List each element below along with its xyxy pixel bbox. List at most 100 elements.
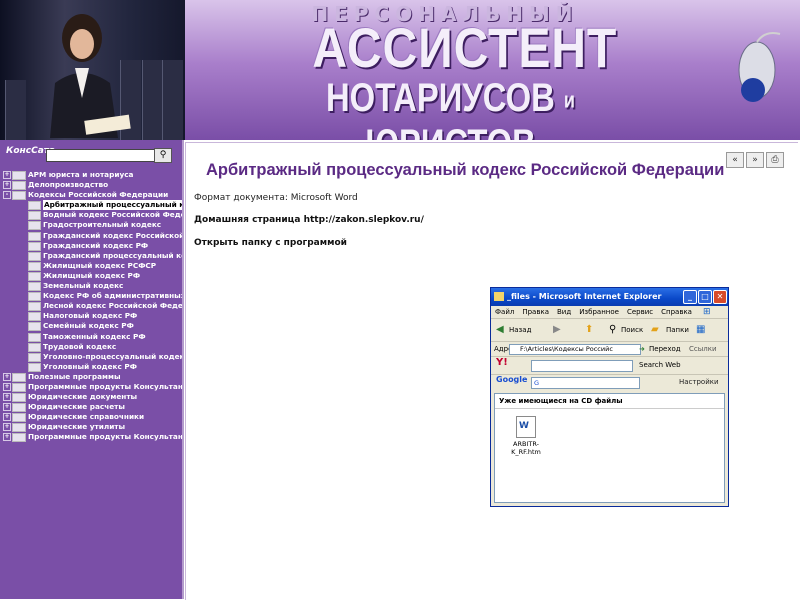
tree-item[interactable]: Гражданский кодекс РФ bbox=[0, 241, 182, 251]
expand-icon[interactable]: + bbox=[3, 372, 11, 381]
tree-item[interactable]: Лесной кодекс Российской Федерации bbox=[0, 301, 182, 312]
views-icon: ▦ bbox=[696, 324, 706, 335]
links-label: Ссылки bbox=[689, 345, 717, 353]
google-toolbar: Google G Настройки bbox=[491, 375, 728, 390]
open-folder-link[interactable]: Открыть папку с программой bbox=[194, 238, 347, 248]
tree-item-label: Юридические утилиты bbox=[28, 422, 126, 432]
expand-icon[interactable]: + bbox=[3, 413, 11, 422]
tree-item-label: Налоговый кодекс РФ bbox=[43, 311, 138, 321]
tree-item[interactable]: + Программные продукты Консультант bbox=[0, 432, 182, 443]
document-icon bbox=[28, 282, 41, 292]
tree-item[interactable]: Градостроительный кодекс bbox=[0, 220, 182, 231]
windows-logo-icon: ⊞ bbox=[703, 307, 711, 317]
file-item: ARBITR-K_RF.htm bbox=[501, 416, 551, 456]
tree-item[interactable]: Уголовно-процессуальный кодекс bbox=[0, 352, 182, 362]
tree-item[interactable]: + Юридические справочники bbox=[0, 412, 182, 423]
expand-icon[interactable]: + bbox=[3, 433, 11, 442]
folder-icon bbox=[12, 433, 26, 443]
search-input[interactable] bbox=[46, 149, 155, 162]
magnifier-icon: ⚲ bbox=[159, 150, 167, 160]
tree-item-label: Уголовный кодекс РФ bbox=[43, 361, 137, 371]
explorer-screenshot: _files - Microsoft Internet Explorer _ □… bbox=[490, 287, 729, 507]
tree-item-label: Таможенный кодекс РФ bbox=[43, 331, 146, 341]
lawyer-photo bbox=[50, 14, 131, 138]
tree-item-label: Земельный кодекс bbox=[43, 281, 124, 291]
tree-item-label: Юридические справочники bbox=[28, 412, 145, 422]
folder-icon bbox=[12, 171, 26, 180]
print-button[interactable]: ⎙ bbox=[766, 152, 784, 168]
google-search-field: G bbox=[531, 377, 640, 389]
tree-item[interactable]: Кодекс РФ об административных bbox=[0, 291, 182, 302]
document-format: Формат документа: Microsoft Word bbox=[194, 193, 358, 203]
tree-item[interactable]: Жилищный кодекс РФ bbox=[0, 271, 182, 281]
expand-icon[interactable]: + bbox=[3, 393, 11, 402]
tree-item[interactable]: + Юридические утилиты bbox=[0, 422, 182, 433]
explorer-toolbar: ◀ Назад ▶ ⬆ ⚲ Поиск ▰ Папки ▦ bbox=[491, 319, 728, 342]
tree-item[interactable]: Семейный кодекс РФ bbox=[0, 321, 182, 332]
document-icon bbox=[28, 201, 41, 211]
tree-item[interactable]: Водный кодекс Российской Федерации bbox=[0, 210, 182, 221]
home-page-line: Домашняя страница http://zakon.slepkov.r… bbox=[194, 215, 424, 225]
tree-item-label: Полезные программы bbox=[28, 371, 121, 381]
document-icon bbox=[28, 251, 41, 261]
explorer-addressbar: Адрес: F:\Articles\Кодексы Российс ➜ Пер… bbox=[491, 342, 728, 357]
expand-icon[interactable]: + bbox=[3, 403, 11, 412]
document-icon bbox=[28, 322, 41, 332]
back-button[interactable]: « bbox=[726, 152, 744, 168]
document-icon bbox=[28, 332, 41, 342]
toolbar-back: Назад bbox=[509, 326, 532, 334]
tree-item[interactable]: + Юридические документы bbox=[0, 392, 182, 403]
forward-button[interactable]: » bbox=[746, 152, 764, 168]
tree-item-selected[interactable]: Арбитражный процессуальный кодекс bbox=[0, 200, 182, 211]
forward-arrow-icon: ▶ bbox=[553, 324, 561, 335]
tree-item[interactable]: + Полезные программы bbox=[0, 372, 182, 382]
explorer-file-view: Уже имеющиеся на CD файлы ARBITR-K_RF.ht… bbox=[494, 393, 725, 503]
header-banner: ПЕРСОНАЛЬНЫЙ АССИСТЕНТ НОТАРИУСОВ и ЮРИС… bbox=[0, 0, 800, 140]
folder-icon bbox=[494, 292, 504, 301]
document-tree: + АРМ юриста и нотариуса + Делопроизводств… bbox=[0, 170, 182, 443]
folder-icon bbox=[12, 413, 26, 423]
tree-item-label: Кодексы Российской Федерации bbox=[28, 190, 169, 200]
yahoo-toolbar: Y! Search Web bbox=[491, 357, 728, 375]
tree-item[interactable]: Налоговый кодекс РФ bbox=[0, 311, 182, 322]
menu-tools: Сервис bbox=[626, 308, 654, 316]
expand-icon[interactable]: + bbox=[3, 382, 11, 391]
tree-item-label: Программные продукты Консультант bbox=[28, 432, 182, 442]
tree-item[interactable]: Земельный кодекс bbox=[0, 281, 182, 292]
file-name: ARBITR-K_RF.htm bbox=[511, 440, 541, 456]
tree-item[interactable]: + Юридические расчеты bbox=[0, 402, 182, 413]
tree-item[interactable]: + Программные продукты Консультант bbox=[0, 382, 182, 392]
document-title: Арбитражный процессуальный кодекс Россий… bbox=[206, 161, 725, 179]
tree-item[interactable]: Трудовой кодекс bbox=[0, 342, 182, 352]
tree-item-label: Арбитражный процессуальный кодекс bbox=[43, 200, 182, 211]
folder-icon bbox=[12, 423, 26, 433]
tree-item-label: Трудовой кодекс bbox=[43, 341, 117, 351]
tree-item[interactable]: + Делопроизводство bbox=[0, 180, 182, 191]
tree-item[interactable]: Гражданский процессуальный кодекс bbox=[0, 251, 182, 261]
tree-item[interactable]: Гражданский кодекс Российской Федерации bbox=[0, 231, 182, 241]
tree-item[interactable]: + АРМ юриста и нотариуса bbox=[0, 170, 182, 180]
home-link[interactable]: http://zakon.slepkov.ru/ bbox=[304, 215, 424, 225]
tree-item[interactable]: Уголовный кодекс РФ bbox=[0, 362, 182, 372]
tree-item-label: Кодекс РФ об административных bbox=[43, 291, 182, 301]
search-bar: КонсСата ⚲ bbox=[6, 146, 176, 164]
expand-icon[interactable]: + bbox=[3, 181, 11, 190]
tree-item-label: Юридические расчеты bbox=[28, 402, 126, 412]
yahoo-logo: Y! bbox=[496, 357, 508, 368]
folder-icon bbox=[12, 403, 26, 413]
computer-mouse-image bbox=[738, 32, 781, 102]
tree-item-label: Гражданский кодекс РФ bbox=[43, 240, 149, 250]
tree-item[interactable]: Жилищный кодекс РСФСР bbox=[0, 261, 182, 271]
tree-item[interactable]: Таможенный кодекс РФ bbox=[0, 332, 182, 342]
expand-icon[interactable]: + bbox=[3, 171, 11, 179]
document-icon bbox=[28, 271, 41, 281]
yahoo-search-field bbox=[531, 360, 633, 372]
tree-item[interactable]: - Кодексы Российской Федерации bbox=[0, 190, 182, 201]
collapse-icon[interactable]: - bbox=[3, 191, 11, 200]
search-button[interactable]: ⚲ bbox=[154, 148, 172, 163]
toolbar-search: Поиск bbox=[621, 326, 644, 334]
word-document-icon bbox=[516, 416, 536, 438]
banner-word-notaries: НОТАРИУСОВ bbox=[325, 76, 555, 120]
expand-icon[interactable]: + bbox=[3, 423, 11, 432]
go-arrow-icon: ➜ bbox=[639, 345, 645, 353]
